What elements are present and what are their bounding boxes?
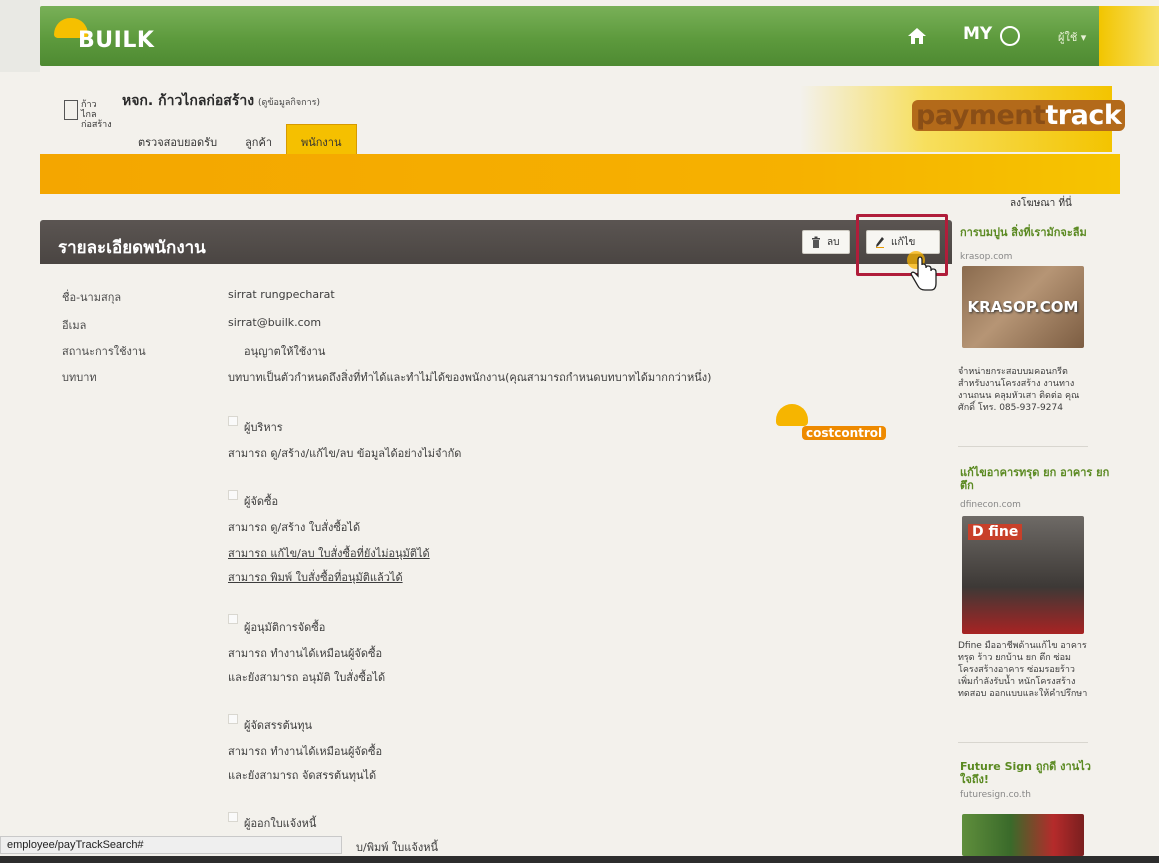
role-name-cost-allocator: ผู้จัดสรรต้นทุน [244, 719, 312, 732]
company-logo-icon [64, 100, 78, 120]
status-label: สถานะการใช้งาน [62, 345, 146, 358]
role-line: สามารถ ดู/สร้าง/แก้ไข/ลบ ข้อมูลได้อย่างไ… [228, 447, 462, 460]
company-title: หจก. ก้าวไกลก่อสร้าง (ดูข้อมูลกิจการ) [122, 90, 320, 112]
role-line: สามารถ พิมพ์ ใบสั่งซื้อที่อนุมัติแล้วได้ [228, 571, 403, 584]
ad-description: จำหน่ายกระสอบบมคอนกรีต สำหรับงานโครงสร้า… [958, 367, 1080, 413]
name-label: ชื่อ-นามสกุล [62, 291, 122, 304]
ad-description: Dfine มืออาชีพด้านแก้ไข อาคารทรุด ร้าว ย… [958, 641, 1088, 699]
email-label: อีเมล [62, 319, 87, 332]
builk-logo[interactable]: BUILK [52, 10, 172, 62]
paymenttrack-logo: paymenttrack [912, 100, 1126, 131]
costcontrol-logo-text: costcontrol [802, 426, 887, 440]
my-circle-icon[interactable] [1000, 26, 1020, 46]
role-checkbox-cost-allocator[interactable] [228, 714, 238, 724]
ad-url[interactable]: krasop.com [960, 252, 1012, 262]
role-name-executive: ผู้บริหาร [244, 421, 283, 434]
role-line: สามารถ ทำงานได้เหมือนผู้จัดซื้อ [228, 647, 383, 660]
company-logo-text: ก้าวไกล ก่อสร้าง [81, 100, 112, 130]
role-line: สามารถ ทำงานได้เหมือนผู้จัดซื้อ [228, 745, 383, 758]
role-name-purchaser: ผู้จัดซื้อ [244, 495, 279, 508]
tab-customers[interactable]: ลูกค้า [231, 124, 286, 154]
ad-title[interactable]: การบมปูน สิ่งที่เรามักจะลืม [960, 226, 1110, 239]
company-logo: ก้าวไกล ก่อสร้าง [64, 100, 112, 130]
delete-button[interactable]: ลบ [802, 230, 850, 254]
paymenttrack-logo-part1: payment [916, 100, 1046, 131]
panel-title: รายละเอียดพนักงาน [58, 238, 206, 258]
role-label: บทบาท [62, 371, 97, 384]
user-menu[interactable]: ผู้ใช้ ▾ [1058, 28, 1086, 46]
ad-image-text: D fine [968, 524, 1023, 540]
main-tabs: ตรวจสอบยอดรับ ลูกค้า พนักงาน [124, 124, 357, 154]
role-line: สามารถ ดู/สร้าง ใบสั่งซื้อได้ [228, 521, 361, 534]
home-icon[interactable] [907, 26, 927, 46]
company-info-link[interactable]: (ดูข้อมูลกิจการ) [258, 98, 320, 108]
company-name: หจก. ก้าวไกลก่อสร้าง [122, 93, 255, 109]
top-nav-green-band [40, 6, 1112, 66]
ad-title[interactable]: แก้ไขอาคารทรุด ยก อาคาร ยกตึก [960, 466, 1110, 492]
email-value: sirrat@builk.com [228, 316, 322, 329]
brand-name: BUILK [78, 28, 155, 53]
ad-divider [958, 742, 1088, 743]
role-checkbox-executive[interactable] [228, 416, 238, 426]
ad-title[interactable]: Future Sign ถูกดี งานไว ใจถึง! [960, 760, 1110, 786]
ad-divider [958, 446, 1088, 447]
trash-icon [812, 236, 820, 248]
role-line: สามารถ แก้ไข/ลบ ใบสั่งซื้อที่ยังไม่อนุมั… [228, 547, 430, 560]
costcontrol-logo: costcontrol [776, 404, 896, 444]
ad-image-text: KRASOP.COM [967, 298, 1079, 316]
ad-url[interactable]: futuresign.co.th [960, 790, 1031, 800]
my-builk-link[interactable]: MY [963, 24, 992, 44]
bottom-edge [0, 856, 1159, 863]
employee-detail-panel [40, 264, 952, 863]
status-url: employee/payTrackSearch# [7, 839, 144, 851]
browser-status-bar: employee/payTrackSearch# [0, 836, 342, 854]
ad-image-dfine[interactable]: D fine [962, 516, 1084, 634]
role-checkbox-purchase-approver[interactable] [228, 614, 238, 624]
orange-subheader-strip [40, 154, 1120, 194]
delete-button-label: ลบ [827, 236, 840, 248]
hand-cursor-icon [907, 251, 937, 291]
tab-employees[interactable]: พนักงาน [286, 124, 357, 154]
role-name-invoice-issuer: ผู้ออกใบแจ้งหนี้ [244, 817, 317, 830]
name-value: sirrat rungpecharat [228, 288, 335, 301]
role-line: และยังสามารถ จัดสรรต้นทุนได้ [228, 769, 377, 782]
costcontrol-hardhat-icon [776, 404, 808, 426]
status-value: อนุญาตให้ใช้งาน [244, 345, 326, 358]
ad-image-futuresign[interactable] [962, 814, 1084, 856]
tab-receipts[interactable]: ตรวจสอบยอดรับ [124, 124, 231, 154]
role-checkbox-purchaser[interactable] [228, 490, 238, 500]
role-name-purchase-approver: ผู้อนุมัติการจัดซื้อ [244, 621, 326, 634]
role-line: บ/พิมพ์ ใบแจ้งหนี้ [356, 841, 438, 854]
role-checkbox-invoice-issuer[interactable] [228, 812, 238, 822]
paymenttrack-logo-part2: track [1045, 100, 1122, 131]
ad-url[interactable]: dfinecon.com [960, 500, 1021, 510]
role-line: และยังสามารถ อนุมัติ ใบสั่งซื้อได้ [228, 671, 386, 684]
advertise-here-link[interactable]: ลงโฆษณา ที่นี่ [1010, 196, 1072, 211]
role-description: บทบาทเป็นตัวกำหนดถึงสิ่งที่ทำได้และทำไม่… [228, 371, 712, 384]
top-nav-yellow-edge [1099, 6, 1159, 66]
ad-image-krasop[interactable]: KRASOP.COM [962, 266, 1084, 348]
paymenttrack-logo-box: paymenttrack [912, 100, 1126, 131]
